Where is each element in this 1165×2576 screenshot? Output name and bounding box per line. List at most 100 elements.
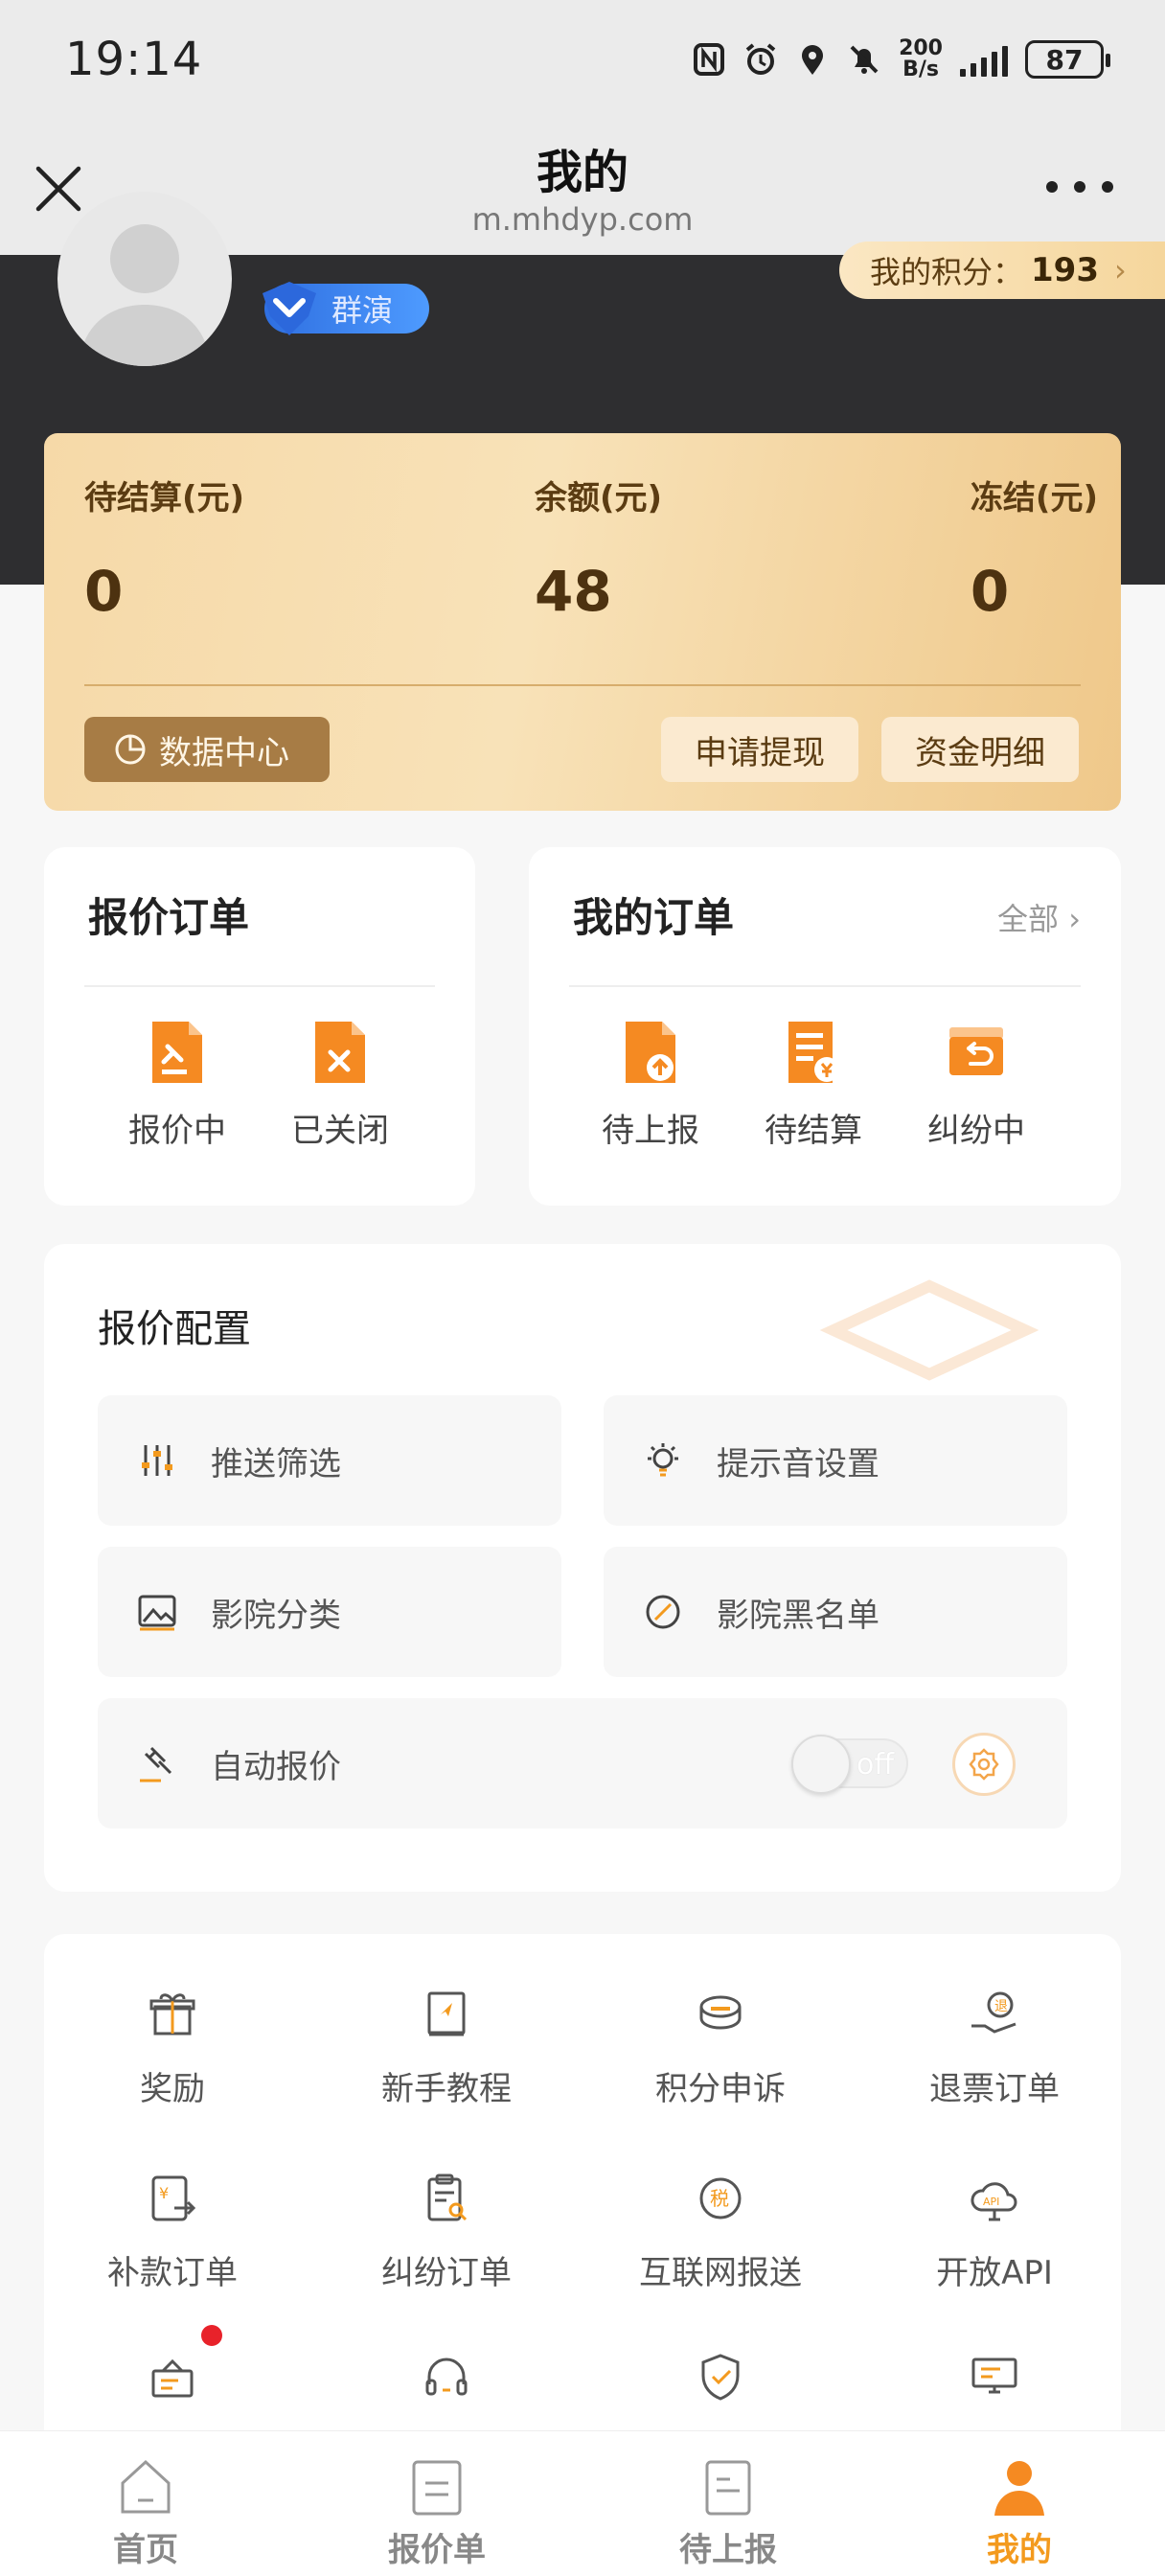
role-badge: 群演 (263, 282, 429, 335)
svg-text:¥: ¥ (159, 2184, 169, 2202)
coins-icon (699, 1995, 742, 2030)
divider (84, 985, 435, 987)
rewards-button[interactable]: 奖励 (67, 1988, 278, 2109)
nfc-icon (694, 43, 725, 76)
page-title: 我的 (536, 146, 628, 199)
open-api-button[interactable]: API 开放API (889, 2172, 1100, 2293)
more-options-button[interactable] (1046, 172, 1113, 201)
push-filter-label: 推送筛选 (211, 1444, 341, 1484)
chevron-right-icon: › (1114, 252, 1127, 288)
image-icon (138, 1595, 176, 1631)
chevron-shield-icon (263, 282, 316, 335)
upload-doc-icon (626, 1022, 675, 1083)
signal-icon (960, 42, 1008, 77)
see-all-label: 全部 (997, 901, 1060, 937)
net-speed-value: 200 (899, 36, 943, 60)
nav-item-home[interactable]: 首页 (0, 2431, 291, 2576)
bottom-nav: 首页 报价单 待上报 我的 (0, 2430, 1165, 2576)
status-bar: 19:14 200 B/s 87 (0, 0, 1165, 115)
user-silhouette-icon (79, 224, 211, 366)
push-filter-button[interactable]: 推送筛选 (98, 1395, 561, 1526)
api-cloud-icon: API (971, 2182, 1017, 2221)
points-label: 我的积分： (870, 254, 1024, 290)
net-speed-unit: B/s (902, 58, 939, 81)
book-icon (427, 1991, 466, 2036)
points-value: 193 (1031, 251, 1099, 289)
tool-item-announcement[interactable] (67, 2350, 278, 2404)
data-center-label: 数据中心 (159, 733, 289, 772)
points-appeal-button[interactable]: 积分申诉 (615, 1988, 826, 2109)
gavel-icon (140, 1746, 172, 1782)
pending-report-label: 待上报 (602, 1112, 699, 1150)
auto-quote-row: 自动报价 off (98, 1698, 1067, 1828)
tutorial-button[interactable]: 新手教程 (341, 1988, 552, 2109)
auto-quote-settings-button[interactable] (952, 1733, 1016, 1796)
pending-settle-item[interactable]: 待结算 (742, 1018, 885, 1151)
closed-doc-icon (315, 1022, 365, 1083)
pending-report-item[interactable]: 待上报 (579, 1018, 722, 1151)
balance-column: 余额(元) 48 (535, 472, 662, 624)
quote-orders-card: 报价订单 报价中 已关闭 (44, 847, 475, 1206)
tax-circle-icon: 税 (699, 2177, 742, 2220)
nav-item-quotes[interactable]: 报价单 (291, 2431, 582, 2576)
closed-label: 已关闭 (291, 1112, 389, 1150)
svg-text:API: API (983, 2196, 999, 2208)
svg-text:税: 税 (710, 2187, 729, 2210)
alert-sound-label: 提示音设置 (717, 1444, 879, 1484)
supplement-orders-label: 补款订单 (107, 2254, 238, 2292)
see-all-link[interactable]: 全部 › (997, 895, 1081, 939)
sliders-icon (142, 1445, 172, 1476)
tool-item-display[interactable] (889, 2350, 1100, 2404)
internet-report-button[interactable]: 税 互联网报送 (615, 2172, 826, 2293)
refund-hand-icon: 退 (971, 1991, 1017, 2034)
closed-item[interactable]: 已关闭 (268, 1018, 412, 1151)
headset-icon (425, 2358, 468, 2396)
divider (84, 684, 1081, 686)
nav-item-profile[interactable]: 我的 (874, 2431, 1165, 2576)
divider (569, 985, 1081, 987)
tutorial-label: 新手教程 (381, 2070, 512, 2108)
monitor-icon (971, 2358, 1017, 2394)
status-time: 19:14 (65, 33, 203, 86)
nav-label-pending-report: 待上报 (679, 2531, 777, 2569)
frozen-value: 0 (970, 559, 1010, 624)
nav-label-profile: 我的 (987, 2531, 1052, 2569)
fund-details-button[interactable]: 资金明细 (881, 717, 1079, 782)
data-center-button[interactable]: 数据中心 (84, 717, 330, 782)
cinema-blacklist-label: 影院黑名单 (717, 1596, 879, 1635)
points-pill[interactable]: 我的积分： 193 › (839, 242, 1165, 299)
frozen-column: 冻结(元) 0 (971, 472, 1098, 624)
tool-item-support[interactable] (341, 2350, 552, 2404)
cinema-category-button[interactable]: 影院分类 (98, 1547, 561, 1677)
quote-sheet-icon (412, 2460, 462, 2516)
quoting-doc-icon (152, 1022, 202, 1083)
supplement-orders-button[interactable]: ¥ 补款订单 (67, 2172, 278, 2293)
refund-orders-label: 退票订单 (929, 2070, 1060, 2108)
auto-quote-toggle[interactable]: off (791, 1735, 908, 1794)
balance-label: 余额(元) (535, 479, 663, 518)
quoting-item[interactable]: 报价中 (105, 1018, 249, 1151)
open-api-label: 开放API (936, 2254, 1053, 2292)
disputing-item[interactable]: 纠纷中 (904, 1018, 1048, 1151)
yen-transfer-icon: ¥ (151, 2175, 196, 2221)
refund-orders-button[interactable]: 退 退票订单 (889, 1988, 1100, 2109)
alert-sound-button[interactable]: 提示音设置 (604, 1395, 1067, 1526)
balance-card: 待结算(元) 0 余额(元) 48 冻结(元) 0 数据中心 申请提现 资金明细 (44, 433, 1121, 811)
withdraw-button[interactable]: 申请提现 (661, 717, 858, 782)
role-badge-label: 群演 (331, 292, 394, 329)
cinema-blacklist-button[interactable]: 影院黑名单 (604, 1547, 1067, 1677)
pending-settle-label: 待结算 (765, 1112, 862, 1150)
dispute-orders-button[interactable]: 纠纷订单 (341, 2172, 552, 2293)
status-icons: 200 B/s 87 (692, 33, 1110, 86)
avatar[interactable] (57, 192, 232, 366)
cinema-category-label: 影院分类 (211, 1596, 341, 1635)
bill-doc-icon (788, 1022, 839, 1083)
nav-item-pending-report[interactable]: 待上报 (582, 2431, 874, 2576)
report-doc-icon (705, 2460, 751, 2516)
net-speed: 200 B/s (899, 38, 943, 80)
rewards-label: 奖励 (140, 2070, 205, 2108)
quote-config-title: 报价配置 (98, 1307, 251, 1351)
internet-report-label: 互联网报送 (639, 2254, 802, 2292)
toggle-state-label: off (857, 1748, 895, 1782)
tool-item-security[interactable] (615, 2350, 826, 2404)
